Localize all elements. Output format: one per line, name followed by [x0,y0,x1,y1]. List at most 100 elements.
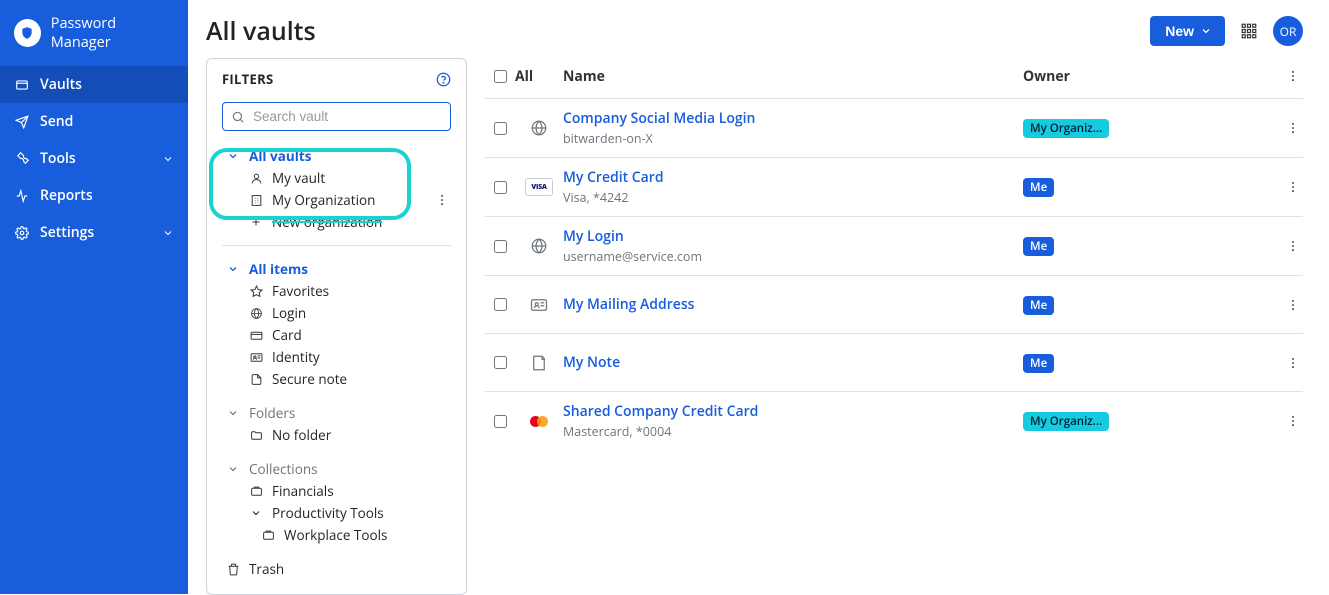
nav-item-vaults[interactable]: Vaults [0,66,188,103]
filter-section-collections: Collections Financials Productivity Tool… [222,458,451,546]
gear-icon [14,226,30,240]
item-type-icon [515,354,563,372]
filter-collections-header[interactable]: Collections [222,458,451,480]
row-options-button[interactable] [1283,353,1303,373]
chevron-down-icon [225,150,241,162]
filter-favorites[interactable]: Favorites [222,280,451,302]
item-link[interactable]: My Note [563,353,1023,372]
header-owner[interactable]: Owner [1023,67,1283,86]
owner-badge: My Organiz... [1023,412,1109,431]
nav-item-tools[interactable]: Tools [0,140,188,177]
item-name-cell: My Credit Card Visa, *4242 [563,168,1023,206]
folder-icon [248,429,264,442]
item-type-icon [515,412,563,430]
row-options-button[interactable] [1283,118,1303,138]
row-checkbox-cell [485,415,515,428]
card-icon [248,329,264,342]
search-input[interactable] [222,102,451,131]
item-link[interactable]: My Credit Card [563,168,1023,187]
item-link[interactable]: My Login [563,227,1023,246]
filter-label: All items [249,260,308,278]
filter-collection-productivity[interactable]: Productivity Tools [222,502,451,524]
row-checkbox[interactable] [494,356,507,369]
items-table: All Name Owner Company Social Media Logi… [485,58,1303,595]
filter-collection-workplace[interactable]: Workplace Tools [222,524,451,546]
row-checkbox[interactable] [494,122,507,135]
item-link[interactable]: Company Social Media Login [563,109,1023,128]
collection-icon [248,485,264,498]
filter-collection-financials[interactable]: Financials [222,480,451,502]
item-type-icon [515,237,563,255]
page-title: All vaults [206,14,316,48]
nav-item-send[interactable]: Send [0,103,188,140]
nav-item-settings[interactable]: Settings [0,214,188,251]
filter-label: All vaults [249,147,311,165]
brand-logo-icon [14,19,41,47]
row-checkbox[interactable] [494,181,507,194]
page-header: All vaults New OR [206,14,1303,48]
sidebar: Password Manager Vaults Send Tools Repor… [0,0,188,594]
table-header: All Name Owner [485,60,1303,98]
filter-no-folder[interactable]: No folder [222,424,451,446]
trash-icon [225,563,241,576]
nav-label-tools: Tools [40,149,76,168]
nav-label-settings: Settings [40,223,94,242]
person-icon [248,172,264,185]
item-link[interactable]: Shared Company Credit Card [563,402,1023,421]
avatar[interactable]: OR [1273,16,1303,46]
filter-label: Trash [249,560,284,578]
owner-badge: Me [1023,237,1054,256]
filter-new-organization[interactable]: New organization [222,211,451,233]
item-link[interactable]: My Mailing Address [563,295,1023,314]
nav-label-vaults: Vaults [40,75,82,94]
row-checkbox[interactable] [494,415,507,428]
generator-button[interactable] [1239,21,1259,41]
nav-item-reports[interactable]: Reports [0,177,188,214]
filter-my-organization[interactable]: My Organization [222,189,451,211]
filter-folders-header[interactable]: Folders [222,402,451,424]
select-all-checkbox[interactable] [494,70,507,83]
new-button[interactable]: New [1150,16,1225,46]
filter-label: Login [272,304,306,322]
row-checkbox[interactable] [494,240,507,253]
filter-label: My vault [272,169,325,187]
filter-header: FILTERS [207,59,466,98]
filter-identity[interactable]: Identity [222,346,451,368]
row-options-button[interactable] [1283,411,1303,431]
filter-trash[interactable]: Trash [222,558,451,580]
filter-all-items[interactable]: All items [222,258,451,280]
main-area: All vaults New OR FILTERS [188,0,1329,594]
item-name-cell: My Login username@service.com [563,227,1023,265]
filter-login[interactable]: Login [222,302,451,324]
item-name-cell: My Note [563,353,1023,372]
owner-badge: Me [1023,354,1054,373]
filter-secure-note[interactable]: Secure note [222,368,451,390]
row-options-button[interactable] [1283,236,1303,256]
chevron-down-icon [162,227,174,239]
filter-card[interactable]: Card [222,324,451,346]
new-button-label: New [1165,23,1194,39]
filter-label: Workplace Tools [284,526,387,544]
filter-body: All vaults My vault My Organization [207,98,466,594]
header-name[interactable]: Name [563,67,1023,86]
chevron-down-icon [1200,25,1212,37]
plus-icon [248,216,264,228]
row-checkbox[interactable] [494,298,507,311]
reports-icon [14,189,30,203]
item-owner-cell: Me [1023,177,1283,197]
item-type-icon [515,119,563,137]
filter-vault-options[interactable] [435,193,451,207]
filter-all-vaults[interactable]: All vaults [222,145,451,167]
header-all[interactable]: All [515,67,563,86]
grid-icon [1240,22,1258,40]
header-options[interactable] [1283,66,1303,86]
row-options-button[interactable] [1283,295,1303,315]
owner-badge: Me [1023,296,1054,315]
help-icon[interactable] [436,72,451,87]
header-checkbox [485,70,515,83]
filter-section-trash: Trash [222,558,451,580]
item-owner-cell: My Organiz... [1023,411,1283,431]
chevron-down-icon [225,463,241,475]
row-options-button[interactable] [1283,177,1303,197]
filter-my-vault[interactable]: My vault [222,167,451,189]
